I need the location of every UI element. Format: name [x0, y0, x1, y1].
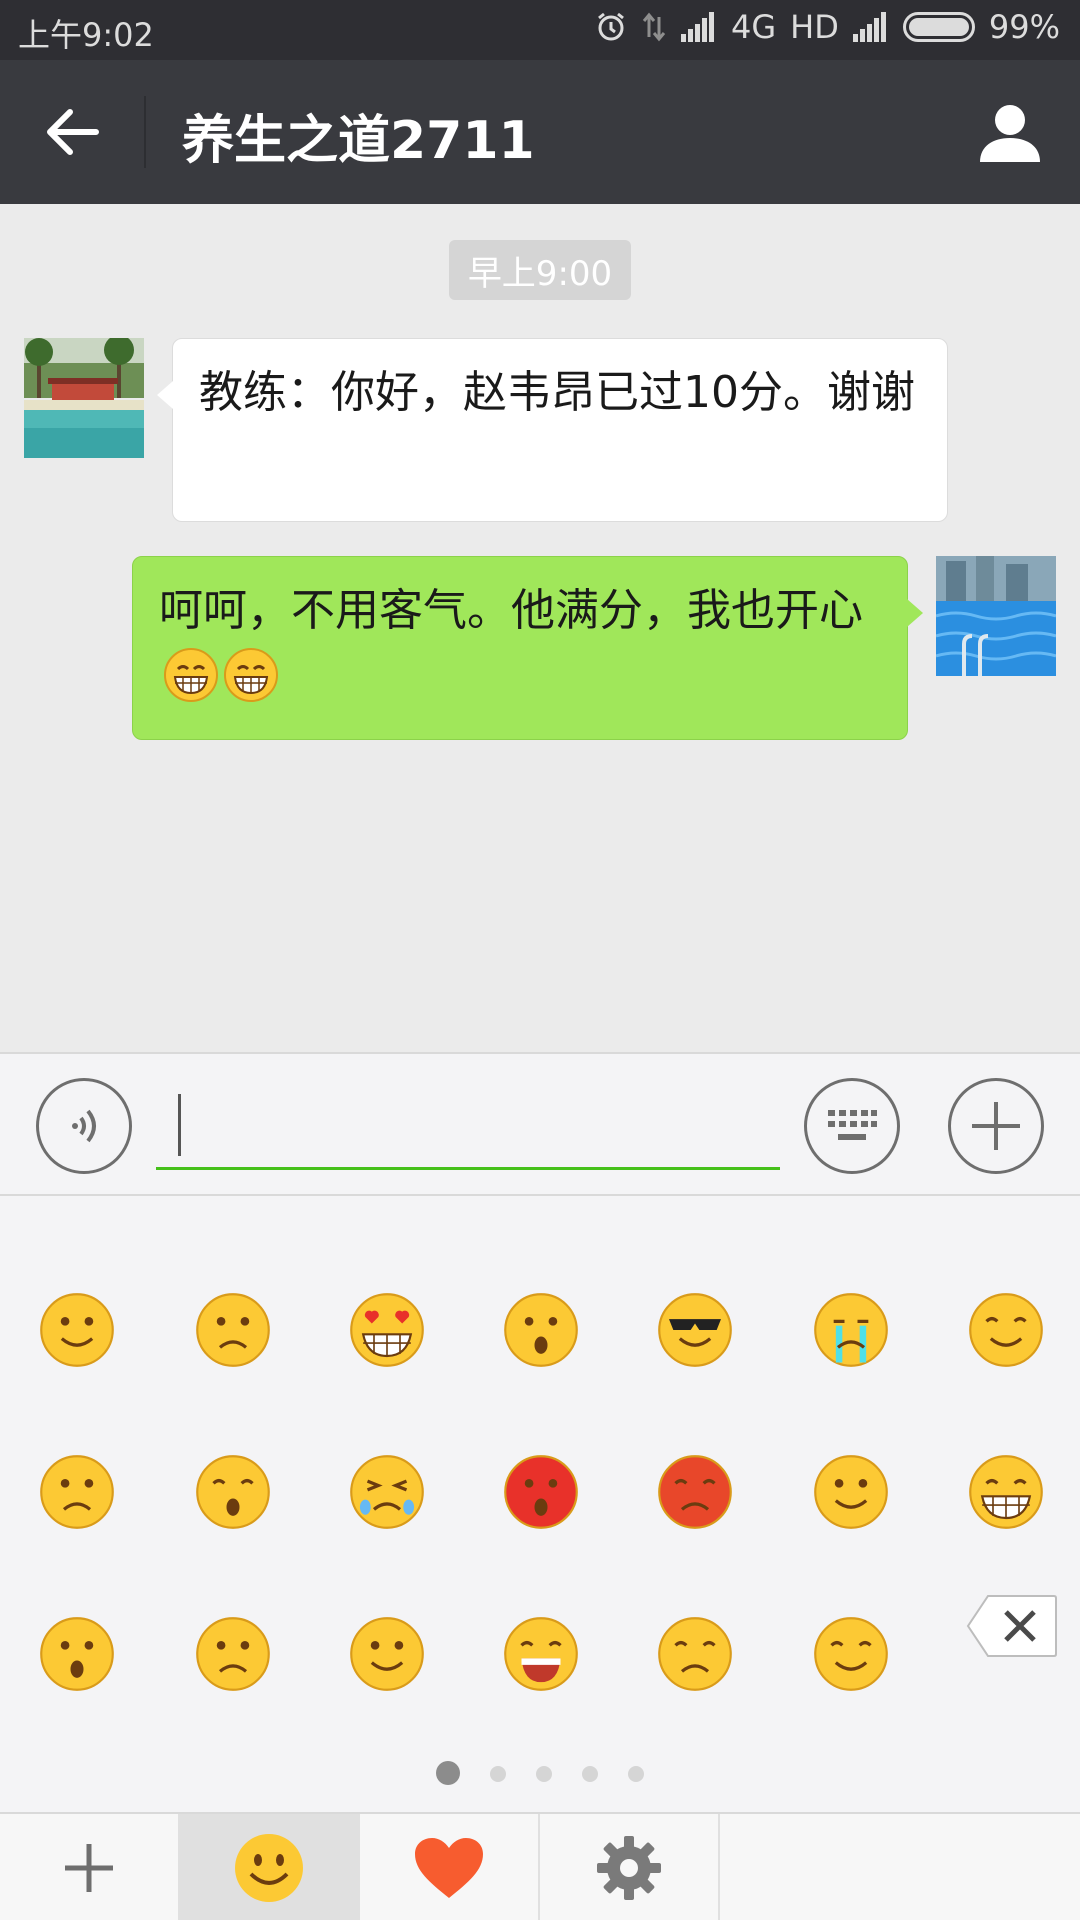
grin-emoji — [164, 648, 218, 702]
my-avatar[interactable] — [936, 556, 1056, 676]
tongue-emoji[interactable] — [801, 1442, 901, 1542]
shy-emoji[interactable] — [956, 1280, 1056, 1380]
chat-info-button[interactable] — [970, 96, 1050, 168]
emoji-panel — [0, 1196, 1080, 1812]
sob-emoji[interactable] — [337, 1442, 437, 1542]
voice-icon — [72, 1109, 96, 1143]
grin-emoji[interactable] — [956, 1442, 1056, 1542]
shocked-emoji[interactable] — [491, 1280, 591, 1380]
incoming-message-text: 教练：你好，赵韦昂已过10分。谢谢 — [199, 367, 915, 418]
message-timestamp: 早上9:00 — [449, 240, 631, 300]
emoji-page-indicator — [0, 1761, 1080, 1785]
outgoing-message-text: 呵呵，不用客气。他满分，我也开心 — [159, 585, 863, 636]
signal-icon-2 — [852, 12, 886, 42]
emoji-toolbar — [0, 1812, 1080, 1920]
favorites-tab[interactable] — [360, 1814, 540, 1920]
page-dot-4[interactable] — [582, 1766, 598, 1782]
outgoing-message-bubble[interactable]: 呵呵，不用客气。他满分，我也开心 — [132, 556, 923, 740]
add-icon — [65, 1844, 113, 1892]
page-dot-1[interactable] — [436, 1761, 460, 1785]
cool-emoji[interactable] — [645, 1280, 745, 1380]
message-input[interactable] — [156, 1082, 780, 1170]
keyboard-toggle-button[interactable] — [804, 1078, 900, 1174]
chat-header: 养生之道2711 — [0, 60, 1080, 204]
sender-avatar[interactable] — [24, 338, 144, 458]
battery-icon — [902, 12, 975, 42]
hd-label: HD — [790, 8, 839, 46]
chat-title: 养生之道2711 — [182, 111, 535, 171]
input-bar — [0, 1052, 1080, 1196]
emoji-tab[interactable] — [180, 1814, 360, 1920]
page-dot-3[interactable] — [536, 1766, 552, 1782]
signal-icon — [681, 12, 715, 42]
shut-mouth-emoji[interactable] — [27, 1442, 127, 1542]
sleep-emoji[interactable] — [183, 1442, 283, 1542]
emoji-icon — [235, 1834, 303, 1902]
awkward-emoji[interactable] — [183, 1280, 283, 1380]
emoji-delete-button[interactable] — [962, 1576, 1062, 1676]
keyboard-icon — [828, 1110, 877, 1140]
profile-icon — [980, 105, 1040, 162]
header-divider — [144, 96, 146, 168]
plus-icon — [972, 1102, 1020, 1150]
crying-emoji[interactable] — [801, 1280, 901, 1380]
sticker-settings-tab[interactable] — [540, 1814, 720, 1920]
chuckle-emoji[interactable] — [801, 1604, 901, 1704]
alarm-icon — [598, 12, 624, 41]
page-dot-5[interactable] — [628, 1766, 644, 1782]
frown-emoji[interactable] — [183, 1604, 283, 1704]
swimming-pool-avatar-image — [936, 556, 1056, 676]
add-sticker-tab[interactable] — [0, 1814, 180, 1920]
angry-emoji[interactable] — [645, 1442, 745, 1542]
heart-icon — [415, 1838, 483, 1898]
more-options-button[interactable] — [948, 1078, 1044, 1174]
vomit-emoji[interactable] — [645, 1604, 745, 1704]
beach-house-avatar-image — [24, 338, 144, 458]
smile-emoji[interactable] — [27, 1280, 127, 1380]
status-bar: 上午9:02 4G HD 99% — [0, 0, 1080, 60]
incoming-message-bubble[interactable]: 教练：你好，赵韦昂已过10分。谢谢 — [157, 338, 948, 522]
back-button[interactable] — [30, 96, 114, 168]
status-icons: 4G HD 99% — [595, 8, 1060, 46]
battery-level: 99% — [988, 8, 1060, 46]
network-type: 4G — [731, 8, 777, 46]
page-dot-2[interactable] — [490, 1766, 506, 1782]
data-arrows-icon — [642, 12, 666, 42]
embarrassed-emoji[interactable] — [491, 1442, 591, 1542]
grin-emoji — [224, 648, 278, 702]
message-list[interactable]: 早上9:00 教练：你好，赵韦昂已过10分。谢谢 呵呵，不用客气。他满分，我也开… — [0, 204, 1080, 1052]
blush-emoji[interactable] — [337, 1604, 437, 1704]
scream-emoji[interactable] — [491, 1604, 591, 1704]
heart-eyes-emoji[interactable] — [337, 1280, 437, 1380]
back-arrow-icon — [47, 109, 99, 155]
backspace-icon — [966, 1595, 1057, 1657]
settings-icon — [597, 1836, 661, 1900]
status-time: 上午9:02 — [18, 16, 154, 54]
surprised-emoji[interactable] — [27, 1604, 127, 1704]
voice-toggle-button[interactable] — [36, 1078, 132, 1174]
text-caret — [178, 1094, 181, 1156]
